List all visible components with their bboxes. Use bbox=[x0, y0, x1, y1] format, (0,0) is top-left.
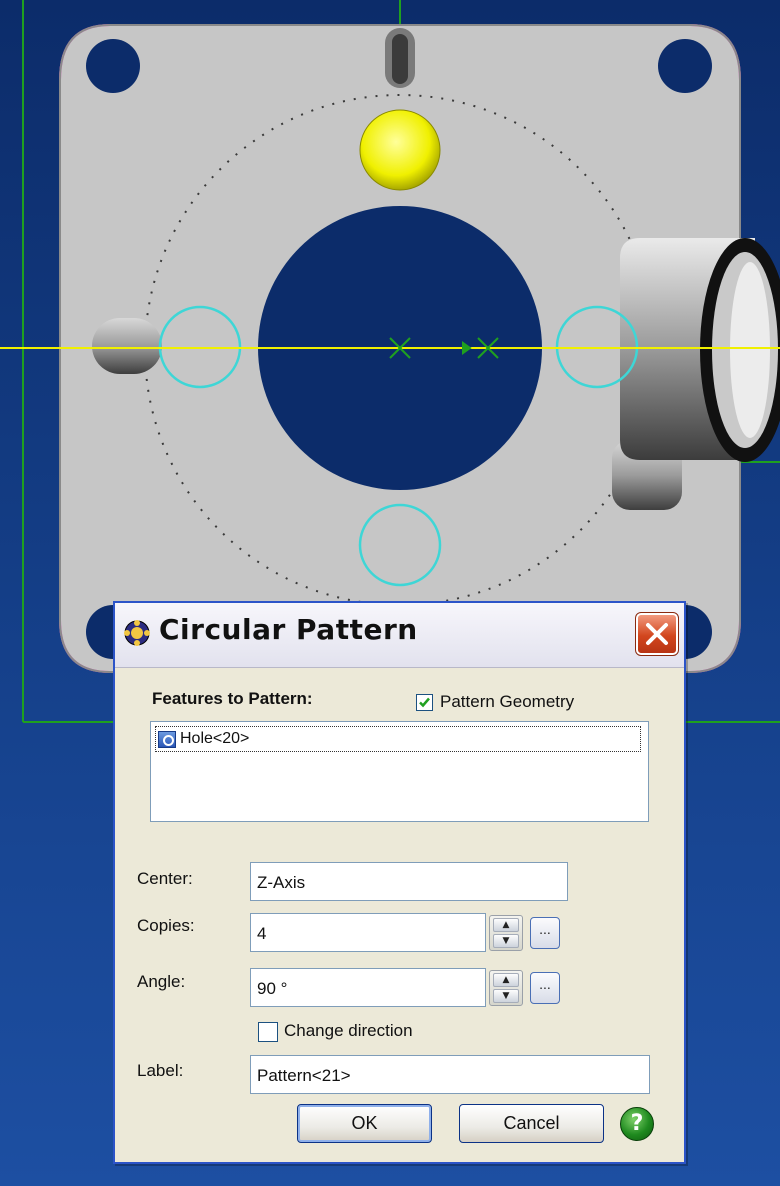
center-label: Center: bbox=[137, 869, 193, 888]
angle-label: Angle: bbox=[137, 972, 186, 991]
label-field-label: Label: bbox=[137, 1061, 184, 1080]
feature-name: Hole<20> bbox=[180, 730, 250, 747]
spin-down-icon[interactable]: ▼ bbox=[493, 989, 519, 1003]
angle-field[interactable]: 90 ° bbox=[250, 968, 486, 1007]
copies-spinner[interactable]: ▲ ▼ bbox=[489, 915, 523, 951]
pattern-geometry-checkbox[interactable] bbox=[416, 694, 433, 711]
cancel-button[interactable]: Cancel bbox=[459, 1104, 604, 1143]
help-button[interactable]: ? bbox=[620, 1107, 654, 1141]
features-to-pattern-label: Features to Pattern: bbox=[152, 689, 313, 708]
dialog-title: Circular Pattern bbox=[159, 613, 418, 646]
circular-pattern-dialog: Circular Pattern Features to Pattern: Pa… bbox=[113, 601, 686, 1164]
ok-button[interactable]: OK bbox=[297, 1104, 432, 1143]
spin-up-icon[interactable]: ▲ bbox=[493, 918, 519, 932]
dialog-titlebar[interactable]: Circular Pattern bbox=[115, 603, 684, 668]
copies-browse-button[interactable]: ... bbox=[530, 917, 560, 949]
hole-feature-icon bbox=[158, 731, 176, 748]
side-boss bbox=[620, 238, 780, 462]
selected-hole bbox=[359, 109, 441, 191]
label-field[interactable]: Pattern<21> bbox=[250, 1055, 650, 1094]
list-item[interactable]: Hole<20> bbox=[155, 726, 641, 752]
spin-down-icon[interactable]: ▼ bbox=[493, 934, 519, 948]
pattern-geometry-label[interactable]: Pattern Geometry bbox=[440, 692, 574, 712]
copies-field[interactable]: 4 bbox=[250, 913, 486, 952]
spin-up-icon[interactable]: ▲ bbox=[493, 973, 519, 987]
change-direction-label[interactable]: Change direction bbox=[284, 1021, 413, 1041]
copies-label: Copies: bbox=[137, 916, 195, 935]
angle-spinner[interactable]: ▲ ▼ bbox=[489, 970, 523, 1006]
angle-browse-button[interactable]: ... bbox=[530, 972, 560, 1004]
close-button[interactable] bbox=[635, 612, 679, 656]
change-direction-checkbox[interactable] bbox=[258, 1022, 278, 1042]
center-field[interactable]: Z-Axis bbox=[250, 862, 568, 901]
features-listbox[interactable]: Hole<20> bbox=[150, 721, 649, 822]
checkmark-icon bbox=[419, 697, 430, 708]
close-icon bbox=[646, 623, 668, 645]
circular-pattern-icon bbox=[124, 620, 150, 646]
